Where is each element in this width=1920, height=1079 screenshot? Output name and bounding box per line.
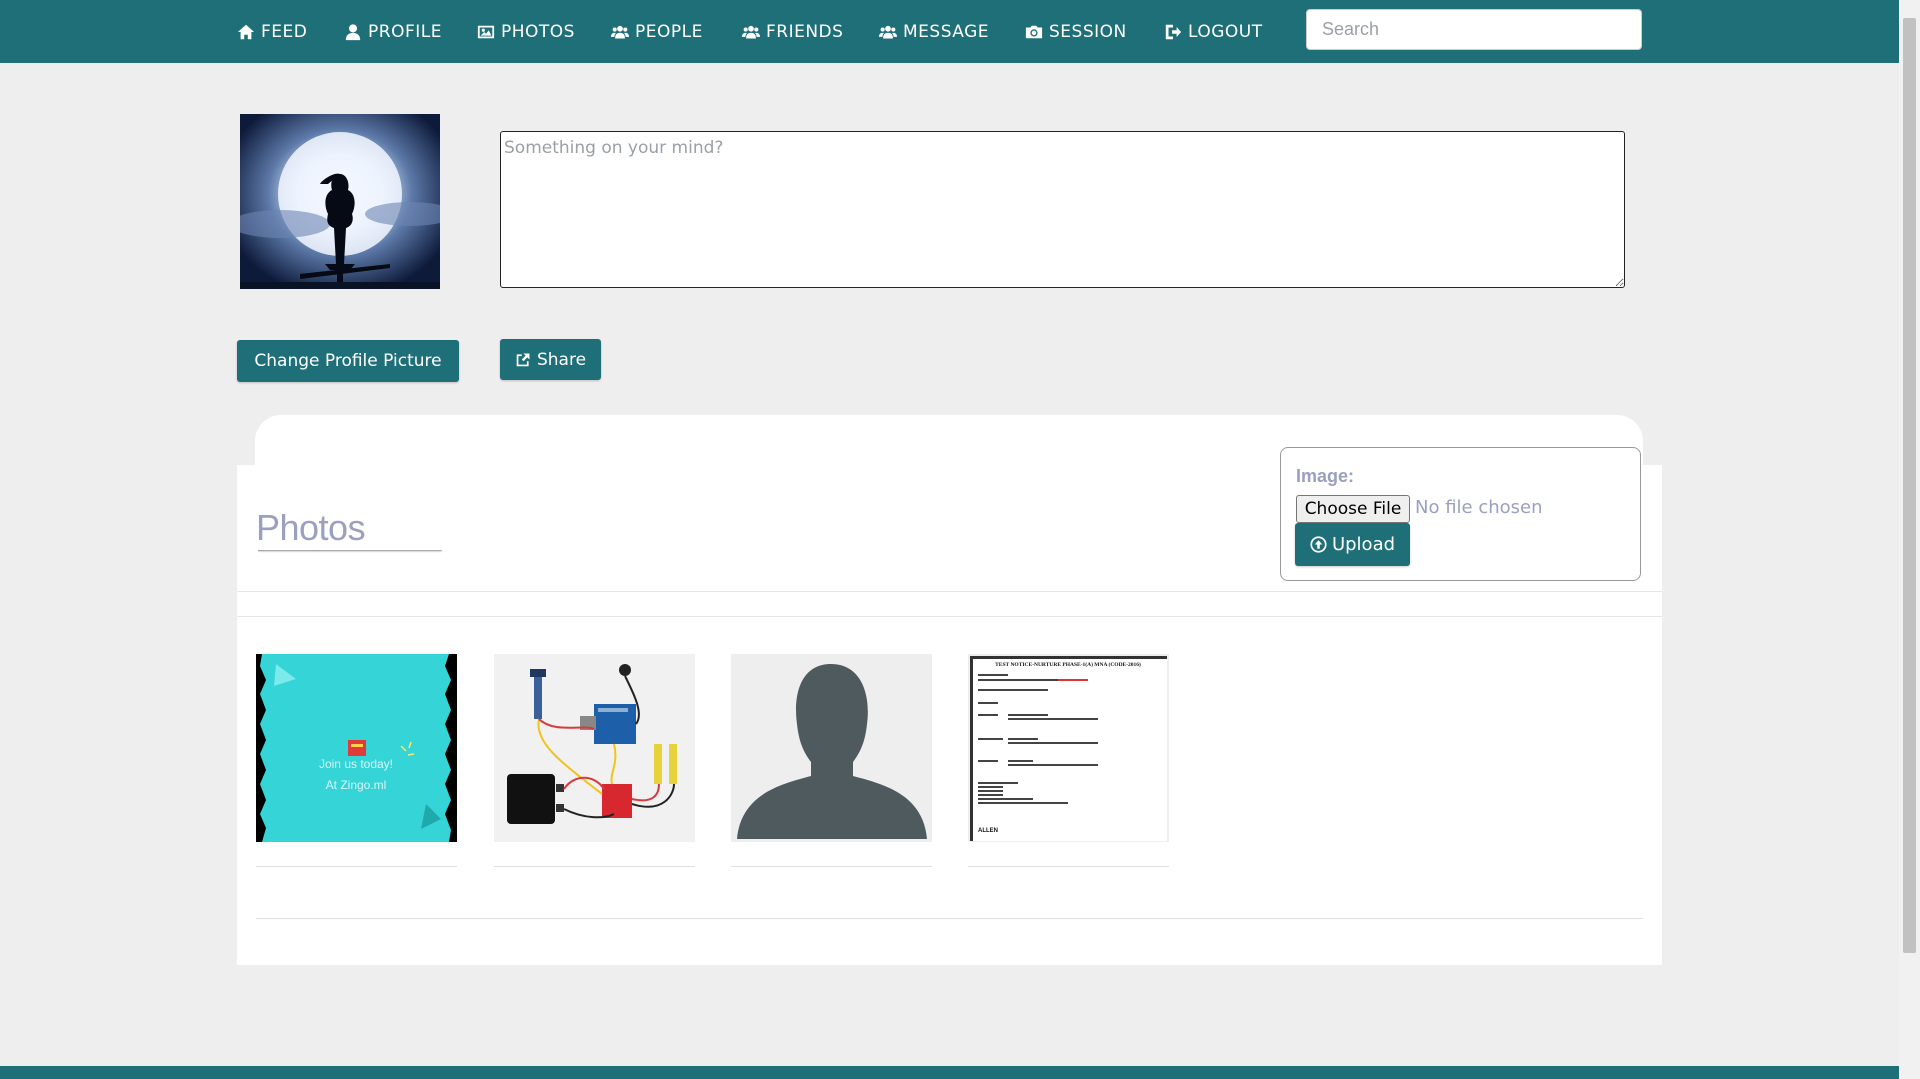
nav-people[interactable]: PEOPLE	[611, 0, 703, 63]
camera-icon	[1025, 25, 1043, 38]
document-footer: ALLEN	[978, 828, 998, 834]
photo-divider	[968, 866, 1169, 867]
photo-divider	[256, 866, 457, 867]
profile-picture	[240, 114, 440, 289]
photo-caption: At Zingo.ml	[326, 778, 387, 792]
no-file-chosen-text: No file chosen	[1415, 497, 1543, 518]
upload-button[interactable]: Upload	[1295, 523, 1410, 566]
nav-photos-label: PHOTOS	[501, 21, 575, 42]
users-icon	[611, 25, 629, 39]
status-textarea[interactable]	[500, 131, 1625, 288]
photo-thumbnail[interactable]: TEST NOTICE-NURTURE PHASE-1(A) MNA (CODE…	[968, 654, 1169, 842]
choose-file-button[interactable]: Choose File	[1296, 495, 1410, 523]
share-label: Share	[536, 349, 587, 370]
nav-friends-label: FRIENDS	[766, 21, 844, 42]
change-profile-picture-button[interactable]: Change Profile Picture	[237, 340, 459, 382]
nav-session-label: SESSION	[1049, 21, 1127, 42]
change-profile-picture-label: Change Profile Picture	[254, 351, 442, 371]
nav-feed[interactable]: FEED	[237, 0, 307, 63]
image-label: Image:	[1296, 466, 1355, 486]
nav-session[interactable]: SESSION	[1025, 0, 1127, 63]
upload-label: Upload	[1331, 534, 1396, 555]
document-title: TEST NOTICE-NURTURE PHASE-1(A) MNA (CODE…	[995, 661, 1141, 668]
share-button[interactable]: Share	[500, 339, 601, 380]
share-icon	[516, 353, 530, 367]
footer	[0, 1066, 1899, 1079]
top-navbar: FEED PROFILE PHOTOS PEOPLE FRIENDS MESSA…	[0, 0, 1899, 63]
image-upload-form: Image: Choose File No file chosen Upload	[1280, 447, 1641, 581]
nav-feed-label: FEED	[261, 21, 308, 42]
home-icon	[237, 24, 255, 39]
photo-thumbnail[interactable]: Join us today! At Zingo.ml	[256, 654, 457, 842]
nav-logout[interactable]: LOGOUT	[1164, 0, 1263, 63]
divider	[256, 918, 1643, 919]
image-icon	[477, 25, 495, 38]
users-icon	[742, 25, 760, 39]
photo-divider	[731, 866, 932, 867]
photo-divider	[494, 866, 695, 867]
users-icon	[879, 25, 897, 39]
photo-thumbnail[interactable]	[494, 654, 695, 842]
sign-out-icon	[1165, 24, 1182, 39]
divider	[237, 591, 1662, 592]
user-icon	[345, 23, 361, 40]
choose-file-label: Choose File	[1304, 499, 1402, 519]
nav-photos[interactable]: PHOTOS	[477, 0, 575, 63]
photo-thumbnail[interactable]	[731, 654, 932, 842]
nav-people-label: PEOPLE	[635, 21, 703, 42]
scrollbar-thumb[interactable]	[1903, 18, 1916, 953]
divider	[237, 616, 1662, 617]
photo-caption: Join us today!	[319, 757, 393, 771]
upload-circle-icon	[1310, 536, 1327, 553]
nav-message[interactable]: MESSAGE	[879, 0, 989, 63]
photos-heading: Photos	[256, 507, 366, 548]
nav-logout-label: LOGOUT	[1188, 21, 1263, 42]
search-input[interactable]	[1306, 9, 1642, 50]
nav-friends[interactable]: FRIENDS	[742, 0, 843, 63]
nav-profile-label: PROFILE	[368, 21, 442, 42]
photos-heading-underline	[258, 550, 442, 551]
nav-message-label: MESSAGE	[903, 21, 990, 42]
nav-profile[interactable]: PROFILE	[344, 0, 442, 63]
